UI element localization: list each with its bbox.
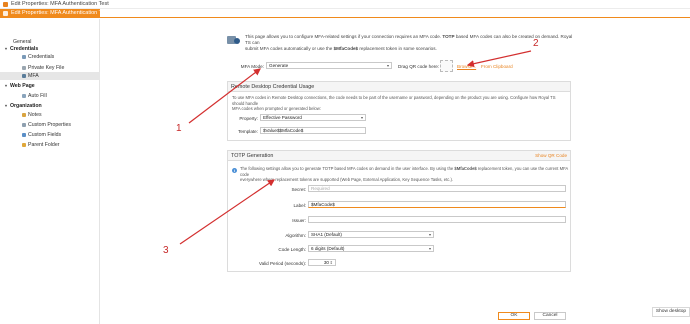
annotation-arrow-3 [179,179,275,245]
annotation-number-2: 2 [533,38,539,49]
annotation-arrow-2 [466,50,532,68]
annotation-number-1: 1 [176,123,182,134]
dialog-footer: OK Cancel [100,308,690,324]
annotation-arrow-1 [188,68,261,124]
cancel-button[interactable]: Cancel [534,312,566,320]
annotation-number-3: 3 [163,245,169,256]
show-desktop-tooltip[interactable]: Show desktop [652,307,690,317]
annotation-arrows [179,50,532,245]
ok-button[interactable]: OK [498,312,530,320]
